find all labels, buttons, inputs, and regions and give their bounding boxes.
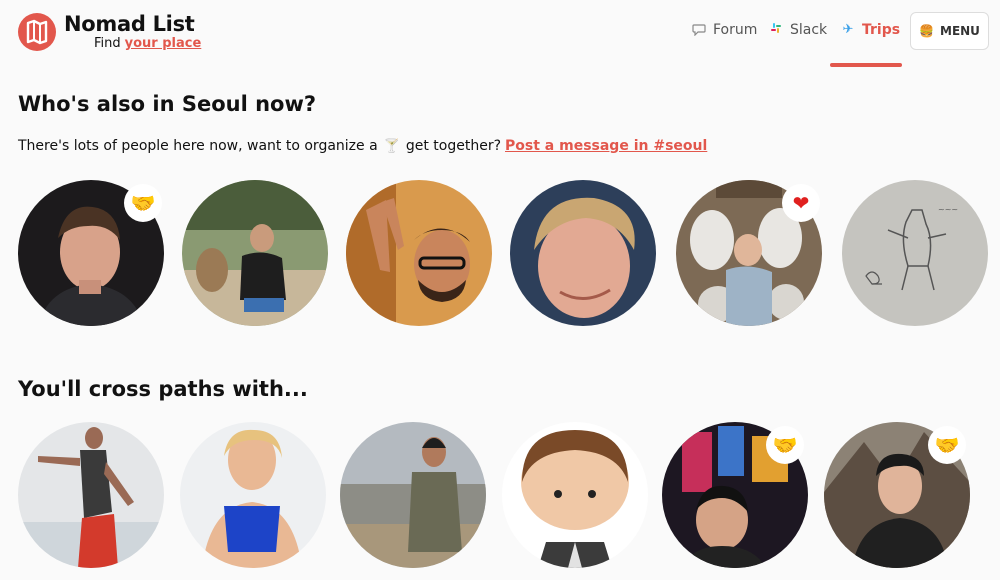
- cocktail-icon: 🍸: [383, 139, 400, 154]
- speech-bubble-icon: [691, 22, 707, 38]
- menu-label: MENU: [940, 24, 980, 38]
- brand-subtitle-prefix: Find: [94, 36, 121, 51]
- avatar-photo: [180, 422, 326, 568]
- nav-forum[interactable]: Forum: [691, 22, 757, 38]
- intro-before: There's lots of people here now, want to…: [18, 138, 378, 154]
- nav-trips-label: Trips: [862, 22, 901, 38]
- airplane-icon: ✈: [842, 22, 854, 37]
- member-avatar[interactable]: [18, 422, 164, 568]
- brand-subtitle: Find your place: [94, 36, 201, 51]
- handshake-badge: 🤝: [124, 184, 162, 222]
- avatar-photo: [346, 180, 492, 326]
- active-tab-indicator: [830, 63, 902, 67]
- section-heading-cross-paths: You'll cross paths with...: [18, 377, 308, 401]
- logo-mark-icon: [26, 19, 48, 45]
- svg-text:~~~: ~~~: [938, 205, 958, 214]
- slack-icon: [768, 22, 784, 38]
- nav-slack[interactable]: Slack: [768, 22, 827, 38]
- handshake-icon: 🤝: [934, 433, 960, 457]
- menu-button[interactable]: 🍔 MENU: [910, 12, 989, 50]
- section-heading-seoul: Who's also in Seoul now?: [18, 92, 317, 116]
- avatar-photo: [510, 180, 656, 326]
- nav-trips[interactable]: ✈ Trips: [840, 22, 901, 38]
- brand-title[interactable]: Nomad List: [64, 12, 195, 36]
- nav-forum-label: Forum: [713, 22, 758, 38]
- post-message-link[interactable]: Post a message in #seoul: [505, 138, 707, 154]
- intro-text: There's lots of people here now, want to…: [18, 138, 707, 154]
- handshake-icon: 🤝: [130, 191, 156, 215]
- avatar-photo: [340, 422, 486, 568]
- top-header: Nomad List Find your place Forum Slack ✈ …: [0, 0, 1000, 68]
- heart-icon: ❤: [792, 191, 810, 215]
- brand-subtitle-link[interactable]: your place: [125, 36, 202, 51]
- burger-icon: 🍔: [919, 24, 934, 38]
- avatar-photo: [18, 422, 164, 568]
- member-avatar[interactable]: [180, 422, 326, 568]
- avatar-photo: [182, 180, 328, 326]
- avatar-photo: [502, 422, 648, 568]
- member-avatar[interactable]: [510, 180, 656, 326]
- member-avatar[interactable]: ~~~: [842, 180, 988, 326]
- heart-badge: ❤: [782, 184, 820, 222]
- member-avatar[interactable]: [182, 180, 328, 326]
- avatar-photo: ~~~: [842, 180, 988, 326]
- member-avatar[interactable]: [340, 422, 486, 568]
- nav-slack-label: Slack: [790, 22, 828, 38]
- member-avatar[interactable]: [346, 180, 492, 326]
- nomad-list-logo[interactable]: [18, 13, 56, 51]
- handshake-badge: 🤝: [766, 426, 804, 464]
- handshake-icon: 🤝: [772, 433, 798, 457]
- member-avatar[interactable]: [502, 422, 648, 568]
- intro-after: get together?: [405, 138, 502, 154]
- handshake-badge: 🤝: [928, 426, 966, 464]
